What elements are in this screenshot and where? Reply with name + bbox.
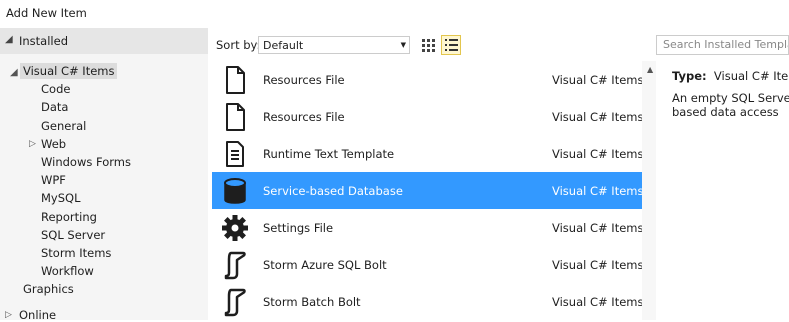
details-description-line: An empty SQL Server d	[672, 91, 789, 105]
database-icon	[220, 176, 250, 206]
list-item[interactable]: Resources File Visual C# Items	[212, 61, 644, 98]
tree-node-wpf[interactable]: WPF	[41, 173, 66, 187]
tree-node-storm-items[interactable]: Storm Items	[41, 246, 111, 260]
search-input[interactable]	[657, 36, 788, 53]
storm-bolt-icon	[220, 250, 250, 280]
list-item-selected[interactable]: Service-based Database Visual C# Items	[212, 172, 644, 209]
document-icon	[220, 102, 250, 132]
list-item[interactable]: Runtime Text Template Visual C# Items	[212, 135, 644, 172]
collapse-triangle-icon[interactable]: ◢	[10, 67, 18, 78]
list-item[interactable]: Settings File Visual C# Items	[212, 209, 644, 246]
grid-view-icon[interactable]	[419, 36, 437, 54]
item-category: Visual C# Items	[552, 295, 644, 309]
text-template-icon	[220, 139, 250, 169]
type-label: Type:	[672, 69, 707, 83]
scroll-up-arrow-icon[interactable]: ▲	[647, 65, 653, 74]
chevron-down-icon: ▼	[400, 41, 406, 49]
tree-node-sql-server[interactable]: SQL Server	[41, 228, 105, 242]
details-description-line: based data access	[672, 105, 779, 119]
item-category: Visual C# Items	[552, 258, 644, 272]
tree-node-web[interactable]: Web	[41, 137, 66, 151]
tree-node-visual-csharp-items[interactable]: Visual C# Items	[20, 63, 118, 79]
item-category: Visual C# Items	[552, 110, 644, 124]
tree-node-reporting[interactable]: Reporting	[41, 210, 97, 224]
item-name: Resources File	[263, 110, 345, 124]
item-category: Visual C# Items	[552, 221, 644, 235]
tree-node-graphics[interactable]: Graphics	[23, 282, 74, 296]
tree-node-workflow[interactable]: Workflow	[41, 264, 94, 278]
category-tree: ◢ Installed ◢ Visual C# Items Code Data …	[0, 28, 208, 322]
collapse-triangle-icon[interactable]: ◢	[5, 34, 13, 45]
list-view-icon[interactable]	[441, 35, 461, 55]
sort-by-dropdown[interactable]: Default ▼	[258, 36, 410, 54]
tree-node-windows-forms[interactable]: Windows Forms	[41, 155, 131, 169]
list-item[interactable]: Resources File Visual C# Items	[212, 98, 644, 135]
item-name: Storm Batch Bolt	[263, 295, 361, 309]
item-category: Visual C# Items	[552, 147, 644, 161]
document-icon	[220, 65, 250, 95]
details-type: Type: Visual C# Items	[672, 69, 789, 83]
type-value: Visual C# Items	[713, 69, 789, 83]
tree-node-general[interactable]: General	[41, 119, 86, 133]
item-name: Service-based Database	[263, 184, 403, 198]
details-pane: Type: Visual C# Items An empty SQL Serve…	[662, 61, 789, 320]
tree-node-installed[interactable]: ◢ Installed	[0, 28, 208, 54]
tree-node-label: Installed	[19, 34, 68, 48]
tree-node-code[interactable]: Code	[41, 82, 70, 96]
item-name: Settings File	[263, 221, 334, 235]
sort-by-value: Default	[263, 39, 304, 52]
sort-by-label: Sort by:	[216, 38, 261, 52]
item-name: Storm Azure SQL Bolt	[263, 258, 387, 272]
item-category: Visual C# Items	[552, 73, 644, 87]
dialog-title: Add New Item	[6, 6, 87, 20]
item-category: Visual C# Items	[552, 184, 644, 198]
list-scrollbar[interactable]	[642, 61, 656, 320]
gear-icon	[220, 213, 250, 243]
list-item[interactable]: Storm Azure SQL Bolt Visual C# Items	[212, 246, 644, 283]
search-installed-templates[interactable]	[656, 35, 789, 55]
tree-node-mysql[interactable]: MySQL	[41, 191, 81, 205]
template-list: Resources File Visual C# Items Resources…	[212, 61, 644, 320]
item-name: Runtime Text Template	[263, 147, 395, 161]
storm-bolt-icon	[220, 287, 250, 317]
item-name: Resources File	[263, 73, 345, 87]
list-item[interactable]: Storm Batch Bolt Visual C# Items	[212, 283, 644, 320]
tree-node-data[interactable]: Data	[41, 100, 68, 114]
expand-triangle-icon[interactable]: ▷	[5, 310, 12, 320]
expand-triangle-icon[interactable]: ▷	[29, 139, 36, 149]
